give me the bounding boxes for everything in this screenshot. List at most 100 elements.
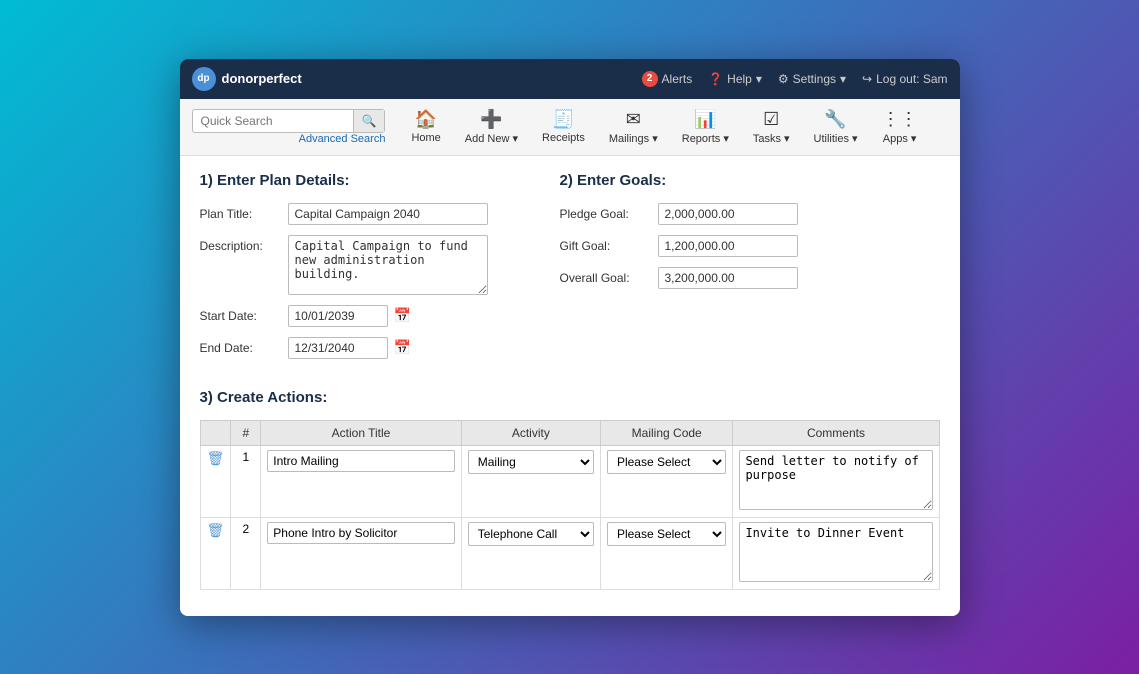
nav-mailings[interactable]: ✉ Mailings ▾: [599, 105, 668, 149]
end-date-label: End Date:: [200, 337, 280, 355]
receipts-icon: 🧾: [552, 109, 574, 130]
top-sections: 1) Enter Plan Details: Plan Title: Descr…: [200, 172, 940, 369]
gift-goal-row: Gift Goal:: [560, 235, 940, 257]
reports-icon: 📊: [694, 109, 716, 130]
start-date-label: Start Date:: [200, 305, 280, 323]
row1-activity-select[interactable]: Mailing Telephone Call Personal Visit Ev…: [468, 450, 594, 474]
alerts-label: Alerts: [662, 72, 693, 86]
overall-goal-input[interactable]: [658, 267, 798, 289]
start-date-row: Start Date: 📅: [200, 305, 520, 327]
apps-icon: ⋮⋮: [882, 109, 918, 130]
row1-action-title-input[interactable]: [267, 450, 454, 472]
help-arrow: ▾: [756, 72, 762, 86]
col-header-action-title: Action Title: [261, 420, 461, 445]
alerts-badge: 2: [642, 71, 658, 87]
nav-icons: 🏠 Home ➕ Add New ▾ 🧾 Receipts ✉ Mailings…: [401, 105, 927, 149]
top-nav: dp donorperfect 2 Alerts ❓ Help ▾ ⚙ Sett…: [180, 59, 960, 99]
top-nav-right: 2 Alerts ❓ Help ▾ ⚙ Settings ▾ ↪ Log out…: [642, 71, 948, 87]
help-button[interactable]: ❓ Help ▾: [708, 72, 762, 86]
home-icon: 🏠: [415, 109, 437, 130]
section-actions: 3) Create Actions: # Action Title Activi…: [200, 389, 940, 590]
row1-mailing-code-cell: Please Select: [600, 445, 733, 517]
description-row: Description: Capital Campaign to fund ne…: [200, 235, 520, 295]
row1-comments-cell: Send letter to notify of purpose: [733, 445, 939, 517]
description-input[interactable]: Capital Campaign to fund new administrat…: [288, 235, 488, 295]
actions-table: # Action Title Activity Mailing Code Com…: [200, 420, 940, 590]
nav-receipts[interactable]: 🧾 Receipts: [532, 105, 595, 148]
col-header-num: #: [231, 420, 261, 445]
add-new-icon: ➕: [480, 109, 502, 130]
toolbar: 🔍 Advanced Search 🏠 Home ➕ Add New ▾ 🧾 R…: [180, 99, 960, 156]
start-date-input[interactable]: [288, 305, 388, 327]
logo-name: donorperfect: [222, 71, 302, 86]
overall-goal-row: Overall Goal:: [560, 267, 940, 289]
row1-delete-cell: 🗑: [200, 445, 231, 517]
row2-mailing-code-select[interactable]: Please Select: [607, 522, 727, 546]
settings-label: Settings: [793, 72, 836, 86]
mailings-icon: ✉: [626, 109, 641, 130]
plan-title-row: Plan Title:: [200, 203, 520, 225]
search-box: 🔍: [192, 109, 386, 133]
row2-action-title-cell: [261, 517, 461, 589]
row2-mailing-code-cell: Please Select: [600, 517, 733, 589]
alerts-button[interactable]: 2 Alerts: [642, 71, 693, 87]
nav-apps[interactable]: ⋮⋮ Apps ▾: [872, 105, 928, 149]
start-date-calendar-icon[interactable]: 📅: [394, 307, 411, 324]
row1-mailing-code-select[interactable]: Please Select: [607, 450, 727, 474]
section2-title: 2) Enter Goals:: [560, 172, 940, 189]
row2-activity-select[interactable]: Mailing Telephone Call Personal Visit Ev…: [468, 522, 594, 546]
nav-home[interactable]: 🏠 Home: [401, 105, 450, 148]
row2-action-title-input[interactable]: [267, 522, 454, 544]
plan-title-label: Plan Title:: [200, 203, 280, 221]
search-input[interactable]: [193, 110, 353, 132]
gift-goal-label: Gift Goal:: [560, 239, 650, 253]
row1-action-title-cell: [261, 445, 461, 517]
col-header-activity: Activity: [461, 420, 600, 445]
plan-title-input[interactable]: [288, 203, 488, 225]
row1-num: 1: [231, 445, 261, 517]
pledge-goal-input[interactable]: [658, 203, 798, 225]
row2-comments-cell: Invite to Dinner Event: [733, 517, 939, 589]
col-header-mailing-code: Mailing Code: [600, 420, 733, 445]
section-goals: 2) Enter Goals: Pledge Goal: Gift Goal: …: [560, 172, 940, 369]
main-content: 1) Enter Plan Details: Plan Title: Descr…: [180, 156, 960, 616]
nav-add-new[interactable]: ➕ Add New ▾: [455, 105, 528, 149]
row2-num: 2: [231, 517, 261, 589]
search-area: 🔍 Advanced Search: [192, 109, 386, 145]
pledge-goal-row: Pledge Goal:: [560, 203, 940, 225]
settings-button[interactable]: ⚙ Settings ▾: [778, 72, 846, 86]
end-date-input[interactable]: [288, 337, 388, 359]
utilities-icon: 🔧: [824, 109, 846, 130]
help-icon: ❓: [708, 72, 723, 86]
advanced-search-link[interactable]: Advanced Search: [192, 133, 386, 145]
end-date-row: End Date: 📅: [200, 337, 520, 359]
settings-arrow: ▾: [840, 72, 846, 86]
row2-activity-cell: Mailing Telephone Call Personal Visit Ev…: [461, 517, 600, 589]
col-header-delete: [200, 420, 231, 445]
row1-activity-cell: Mailing Telephone Call Personal Visit Ev…: [461, 445, 600, 517]
nav-reports[interactable]: 📊 Reports ▾: [672, 105, 739, 149]
logo-icon: dp: [192, 67, 216, 91]
nav-tasks[interactable]: ☑ Tasks ▾: [743, 105, 800, 149]
end-date-calendar-icon[interactable]: 📅: [394, 339, 411, 356]
row1-delete-icon[interactable]: 🗑: [207, 450, 225, 466]
row2-delete-icon[interactable]: 🗑: [207, 522, 225, 538]
logo: dp donorperfect: [192, 67, 302, 91]
table-row: 🗑 2 Mailing Telephone Call Personal Visi…: [200, 517, 939, 589]
search-button[interactable]: 🔍: [353, 110, 385, 132]
logout-icon: ↪: [862, 72, 872, 86]
logout-label: Log out: Sam: [876, 72, 947, 86]
settings-icon: ⚙: [778, 72, 789, 86]
tasks-icon: ☑: [763, 109, 779, 130]
nav-utilities[interactable]: 🔧 Utilities ▾: [804, 105, 868, 149]
gift-goal-input[interactable]: [658, 235, 798, 257]
logout-button[interactable]: ↪ Log out: Sam: [862, 72, 947, 86]
row2-delete-cell: 🗑: [200, 517, 231, 589]
row1-comments-input[interactable]: Send letter to notify of purpose: [739, 450, 932, 510]
section-plan-details: 1) Enter Plan Details: Plan Title: Descr…: [200, 172, 520, 369]
section3-title: 3) Create Actions:: [200, 389, 940, 406]
pledge-goal-label: Pledge Goal:: [560, 207, 650, 221]
section1-title: 1) Enter Plan Details:: [200, 172, 520, 189]
row2-comments-input[interactable]: Invite to Dinner Event: [739, 522, 932, 582]
overall-goal-label: Overall Goal:: [560, 271, 650, 285]
